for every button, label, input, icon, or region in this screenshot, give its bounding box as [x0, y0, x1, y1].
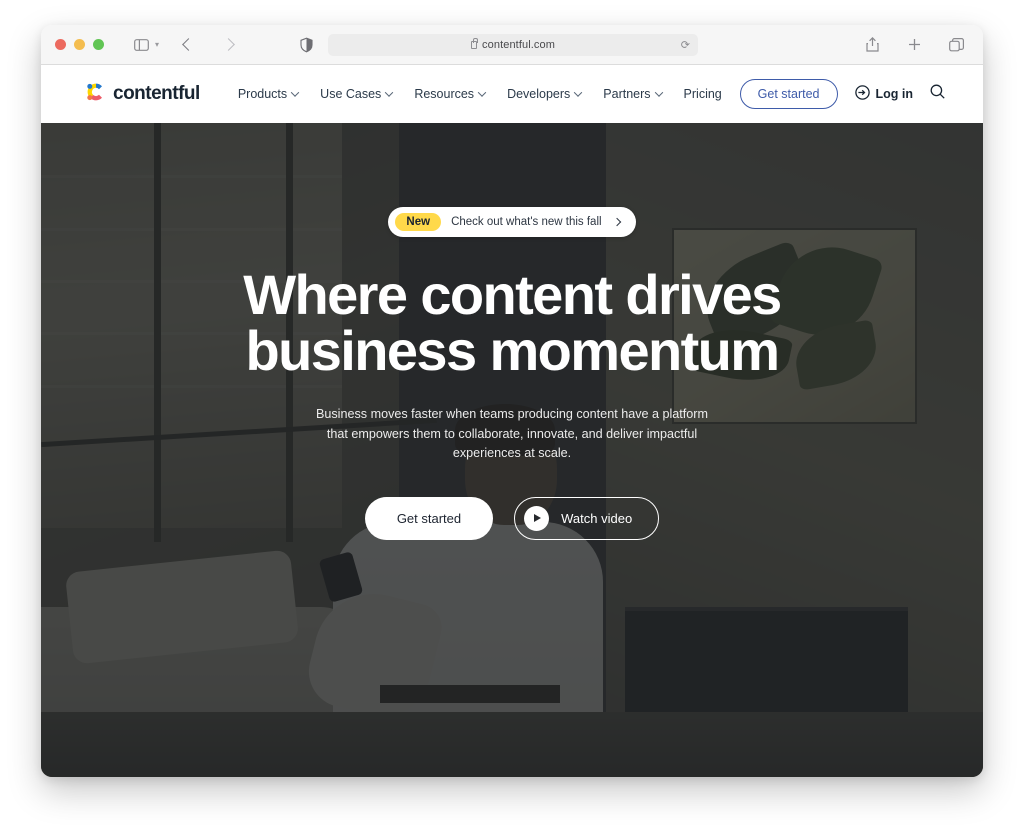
nav-label: Resources	[414, 87, 475, 101]
hero-section: New Check out what's new this fall Where…	[41, 123, 983, 777]
nav-item-pricing[interactable]: Pricing	[684, 87, 722, 101]
nav-item-partners[interactable]: Partners	[603, 87, 663, 101]
chevron-down-icon	[654, 88, 663, 97]
nav-label: Use Cases	[320, 87, 382, 101]
lock-icon	[471, 38, 479, 49]
nav-item-use-cases[interactable]: Use Cases	[320, 87, 394, 101]
zoom-window-button[interactable]	[93, 39, 104, 50]
nav-label: Products	[237, 87, 288, 101]
header-actions: Get started Log in	[739, 79, 945, 109]
nav-item-developers[interactable]: Developers	[507, 87, 583, 101]
logo-text: contentful	[113, 83, 200, 104]
nav-label: Partners	[603, 87, 651, 101]
nav-label: Developers	[507, 87, 571, 101]
browser-window: ▾ contentful.com ⟳ contentful Products U…	[41, 25, 983, 777]
login-arrow-icon	[854, 85, 870, 103]
url-text: contentful.com	[482, 38, 555, 51]
nav-item-resources[interactable]: Resources	[414, 87, 487, 101]
login-link[interactable]: Log in	[854, 85, 914, 103]
nav-item-products[interactable]: Products	[237, 87, 300, 101]
chevron-down-icon	[385, 88, 394, 97]
watch-video-label: Watch video	[561, 510, 633, 526]
announcement-text: Check out what's new this fall	[451, 216, 602, 228]
page-root: ▾ contentful.com ⟳ contentful Products U…	[0, 0, 1024, 829]
contentful-logo-icon	[85, 81, 107, 108]
site-header: contentful Products Use Cases Resources …	[41, 65, 983, 123]
chevron-down-icon	[477, 88, 487, 97]
nav-label: Pricing	[683, 87, 722, 101]
reload-icon[interactable]: ⟳	[681, 38, 690, 51]
plus-icon[interactable]	[901, 33, 927, 57]
chevron-right-icon	[612, 217, 621, 227]
watch-video-button[interactable]: Watch video	[514, 496, 660, 540]
tab-overview-icon[interactable]	[943, 33, 969, 57]
sidebar-icon[interactable]	[128, 33, 154, 57]
toolbar-right-actions	[859, 33, 969, 57]
search-icon[interactable]	[930, 84, 945, 104]
sidebar-controls: ▾	[128, 33, 159, 57]
forward-button[interactable]	[215, 33, 241, 57]
chevron-down-icon	[290, 88, 300, 97]
announcement-banner[interactable]: New Check out what's new this fall	[388, 207, 636, 237]
login-label: Log in	[875, 87, 914, 101]
announcement-badge: New	[395, 213, 442, 231]
back-button[interactable]	[175, 33, 201, 57]
chevron-down-icon[interactable]: ▾	[155, 40, 159, 49]
hero-subtitle: Business moves faster when teams produci…	[315, 407, 708, 461]
minimize-window-button[interactable]	[74, 39, 85, 50]
hero-title: Where content drives business momentum	[243, 263, 782, 382]
get-started-button[interactable]: Get started	[739, 79, 838, 109]
traffic-lights	[55, 39, 104, 50]
url-bar[interactable]: contentful.com ⟳	[328, 33, 698, 56]
hero-get-started-button[interactable]: Get started	[364, 496, 494, 540]
main-nav: Products Use Cases Resources Developers …	[238, 87, 722, 101]
browser-toolbar: ▾ contentful.com ⟳	[41, 25, 983, 65]
chevron-down-icon	[574, 88, 583, 97]
logo[interactable]: contentful	[85, 81, 200, 108]
hero-cta-group: Get started Watch video	[364, 496, 660, 540]
close-window-button[interactable]	[55, 39, 66, 50]
nav-arrows	[175, 33, 241, 57]
play-icon	[524, 505, 550, 531]
shield-icon[interactable]	[300, 37, 313, 52]
hero-content: New Check out what's new this fall Where…	[41, 123, 983, 777]
share-icon[interactable]	[859, 33, 885, 57]
